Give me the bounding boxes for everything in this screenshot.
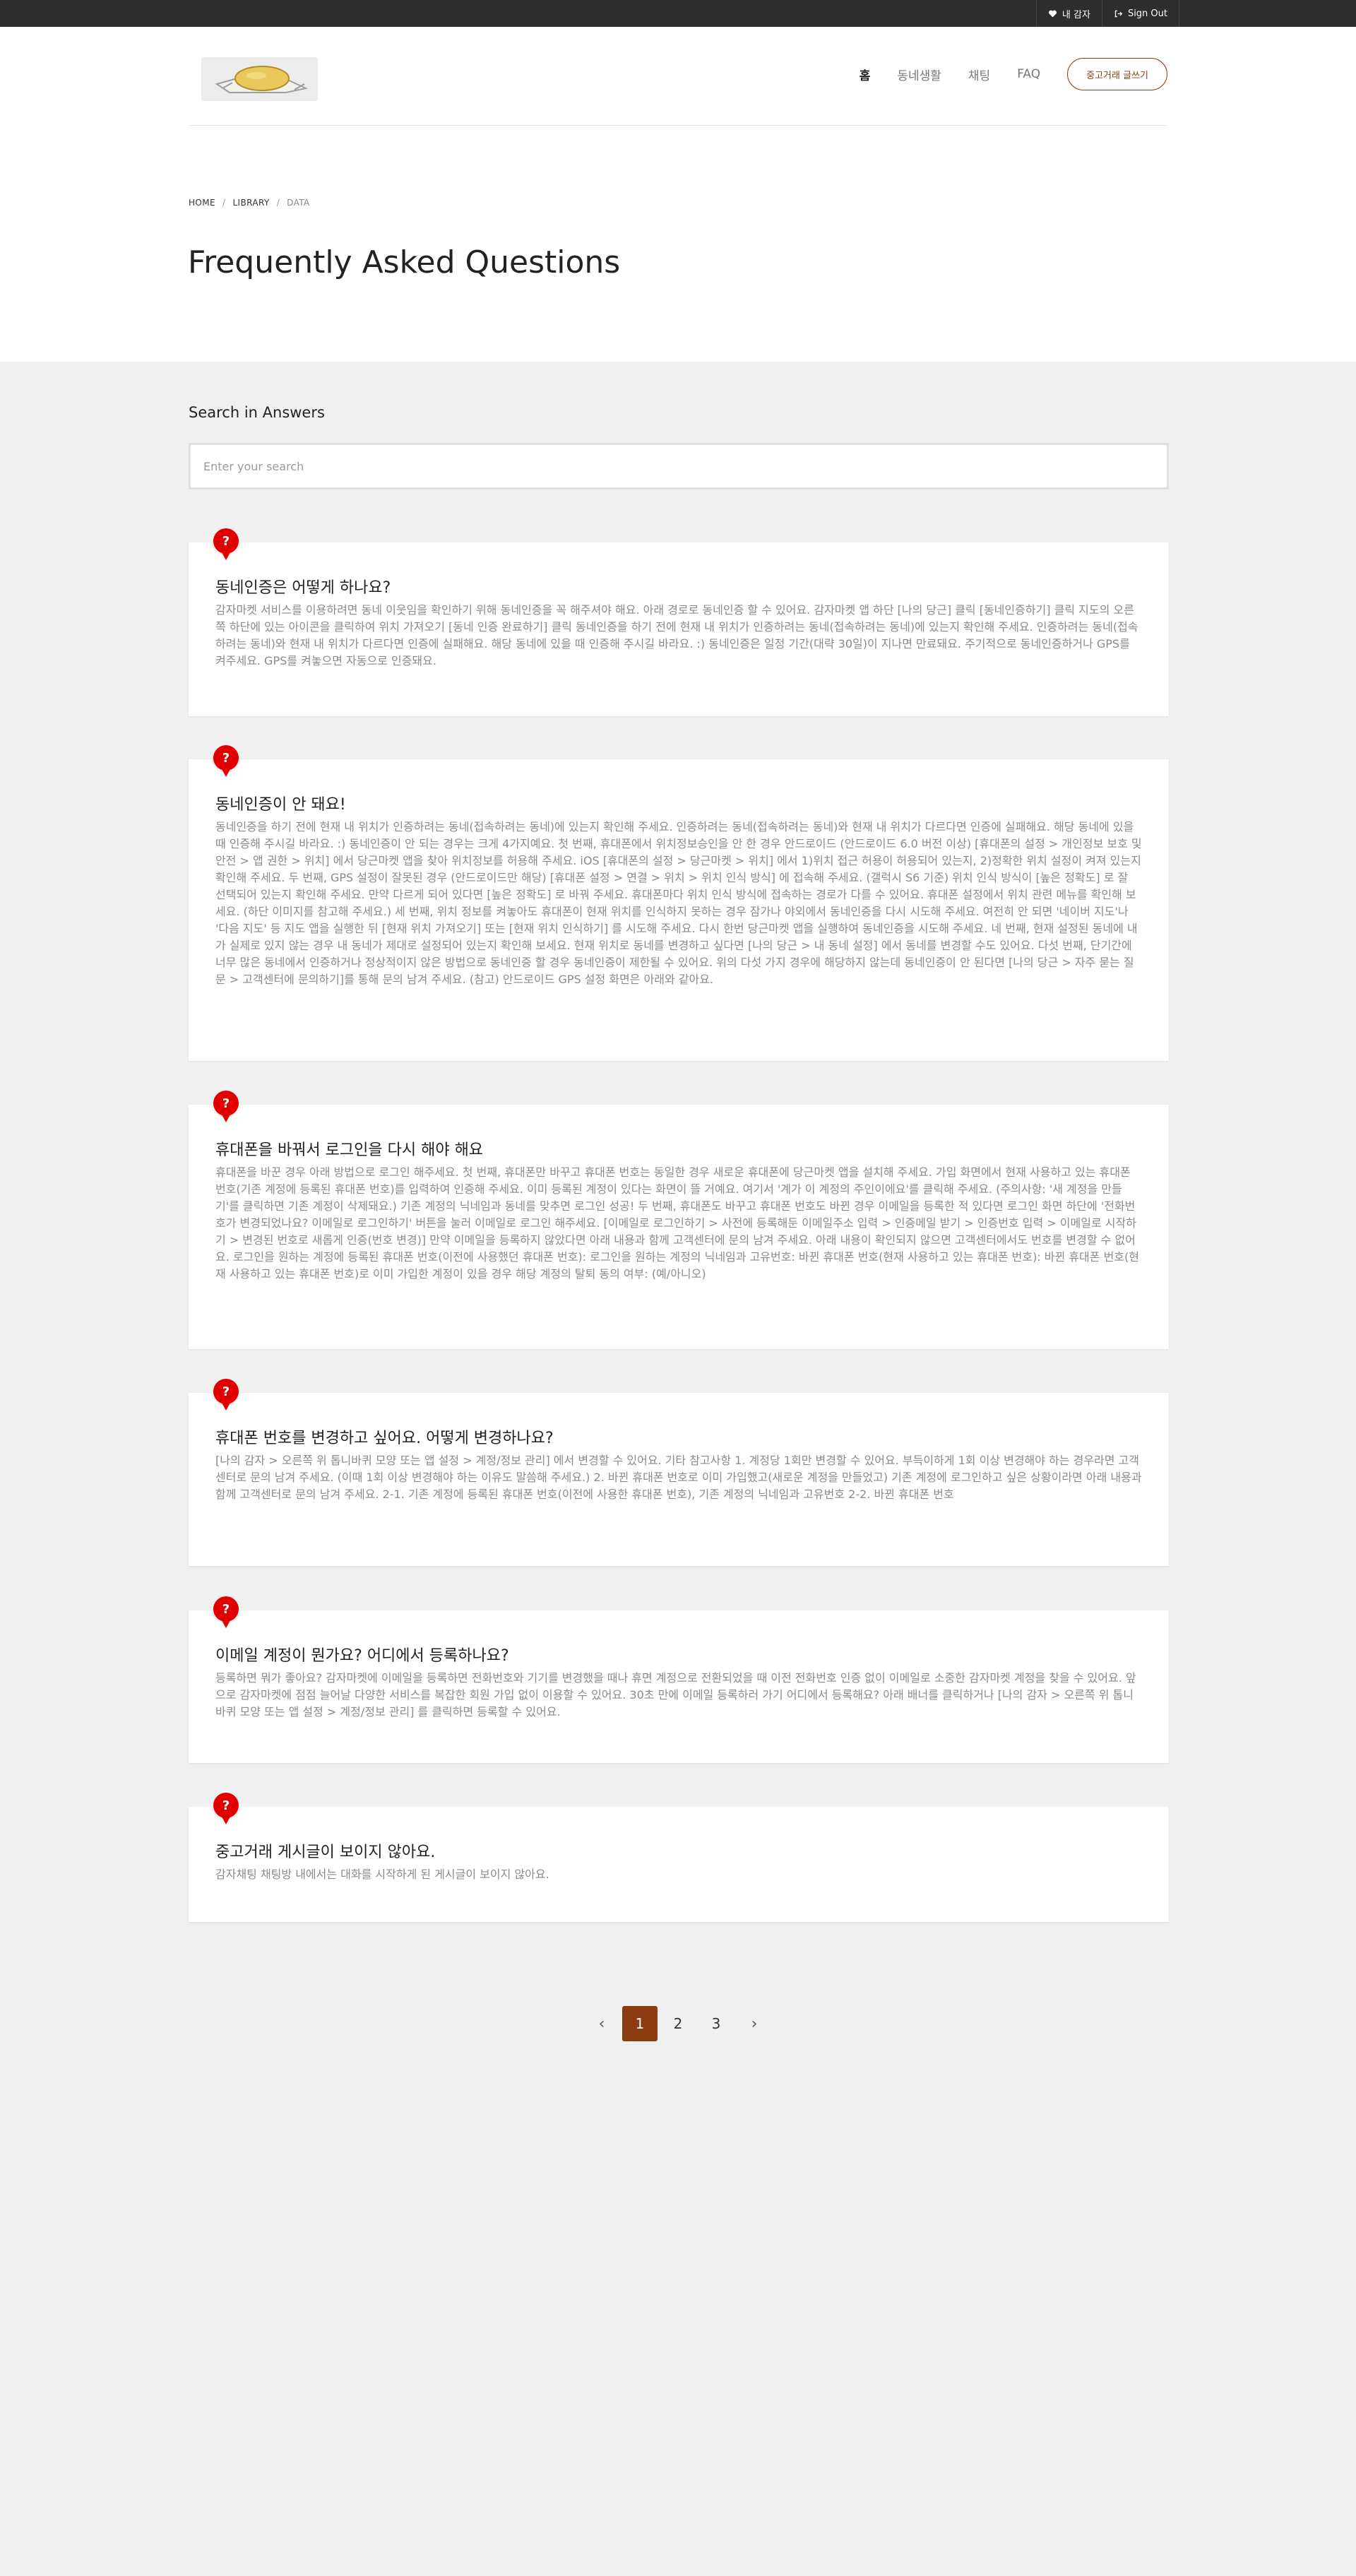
page-title: Frequently Asked Questions (188, 244, 621, 280)
nav-item-community[interactable]: 동네생활 (897, 66, 941, 83)
site-logo[interactable] (201, 57, 318, 101)
top-utility-bar: 내 감자 Sign Out (0, 0, 1356, 27)
potato-logo-image (201, 57, 318, 101)
search-input[interactable] (189, 443, 1169, 489)
sign-out-label: Sign Out (1127, 8, 1167, 19)
faq-question[interactable]: 휴대폰을 바꿔서 로그인을 다시 해야 해요 (215, 1137, 483, 1160)
faq-answer: 휴대폰을 바꾼 경우 아래 방법으로 로그인 해주세요. 첫 번째, 휴대폰만 … (215, 1165, 1139, 1281)
faq-question[interactable]: 동네인증이 안 돼요! (215, 792, 346, 814)
sign-out-icon (1114, 10, 1123, 17)
page-button[interactable]: 2 (660, 2006, 696, 2041)
faq-question[interactable]: 동네인증은 어떻게 하나요? (215, 575, 391, 598)
page-button[interactable]: 1 (622, 2006, 658, 2041)
main-nav: 홈 동네생활 채팅 FAQ 중고거래 글쓰기 (860, 58, 1167, 90)
faq-question[interactable]: 이메일 계정이 뭔가요? 어디에서 등록하나요? (215, 1643, 509, 1666)
page-hero: HOME / LIBRARY / DATA Frequently Asked Q… (0, 126, 1356, 362)
question-mark-icon: ? (213, 1596, 239, 1628)
faq-answer: [나의 감자 > 오른쪽 위 톱니바퀴 모양 또는 앱 설정 > 계정/정보 관… (215, 1454, 1142, 1501)
nav-item-chat[interactable]: 채팅 (968, 66, 990, 83)
question-mark-icon: ? (213, 528, 239, 560)
faq-answer: 등록하면 뭐가 좋아요? 감자마켓에 이메일을 등록하면 전화번호와 기기를 변… (215, 1671, 1136, 1719)
heart-icon (1048, 10, 1057, 17)
nav-item-faq[interactable]: FAQ (1017, 67, 1040, 81)
faq-item[interactable]: ? 휴대폰을 바꿔서 로그인을 다시 해야 해요 휴대폰을 바꾼 경우 아래 방… (189, 1091, 1169, 1349)
breadcrumb-library[interactable]: LIBRARY (232, 198, 269, 208)
faq-question[interactable]: 중고거래 게시글이 보이지 않아요. (215, 1839, 435, 1862)
faq-item[interactable]: ? 중고거래 게시글이 보이지 않아요. 감자채팅 채팅방 내에서는 대화를 시… (189, 1793, 1169, 1922)
site-header: 홈 동네생활 채팅 FAQ 중고거래 글쓰기 (0, 27, 1356, 126)
faq-item[interactable]: ? 동네인증은 어떻게 하나요? 감자마켓 서비스를 이용하려면 동네 이웃임을… (189, 528, 1169, 716)
question-mark-icon: ? (213, 1091, 239, 1122)
breadcrumb-separator: / (276, 198, 280, 208)
question-mark-icon: ? (213, 745, 239, 777)
breadcrumb-home[interactable]: HOME (189, 198, 215, 208)
top-utility-links: 내 감자 Sign Out (1035, 0, 1179, 27)
breadcrumb: HOME / LIBRARY / DATA (189, 198, 310, 208)
faq-item[interactable]: ? 휴대폰 번호를 변경하고 싶어요. 어떻게 변경하나요? [나의 감자 > … (189, 1379, 1169, 1566)
question-mark-icon: ? (213, 1379, 239, 1411)
sign-out-link[interactable]: Sign Out (1101, 0, 1179, 27)
faq-question[interactable]: 휴대폰 번호를 변경하고 싶어요. 어떻게 변경하나요? (215, 1425, 554, 1448)
faq-answer: 감자채팅 채팅방 내에서는 대화를 시작하게 된 게시글이 보이지 않아요. (215, 1868, 549, 1881)
question-mark-icon: ? (213, 1793, 239, 1824)
write-post-button[interactable]: 중고거래 글쓰기 (1067, 58, 1167, 90)
breadcrumb-current: DATA (287, 198, 310, 208)
nav-item-home[interactable]: 홈 (860, 66, 871, 83)
faq-answer: 동네인증을 하기 전에 현재 내 위치가 인증하려는 동네(접속하려는 동네)에… (215, 820, 1142, 986)
page-button[interactable]: 3 (698, 2006, 734, 2041)
prev-page-button[interactable]: ‹ (584, 2006, 619, 2041)
pagination: ‹ 1 2 3 › (0, 2006, 1356, 2041)
faq-item[interactable]: ? 이메일 계정이 뭔가요? 어디에서 등록하나요? 등록하면 뭐가 좋아요? … (189, 1596, 1169, 1763)
faq-answer: 감자마켓 서비스를 이용하려면 동네 이웃임을 확인하기 위해 동네인증을 꼭 … (215, 603, 1138, 667)
faq-item[interactable]: ? 동네인증이 안 돼요! 동네인증을 하기 전에 현재 내 위치가 인증하려는… (189, 745, 1169, 1061)
header-inner: 홈 동네생활 채팅 FAQ 중고거래 글쓰기 (189, 27, 1167, 126)
my-account-label: 내 감자 (1061, 9, 1090, 20)
search-label: Search in Answers (189, 404, 325, 421)
next-page-button[interactable]: › (737, 2006, 772, 2041)
my-account-link[interactable]: 내 감자 (1035, 0, 1102, 27)
breadcrumb-separator: / (222, 198, 226, 208)
